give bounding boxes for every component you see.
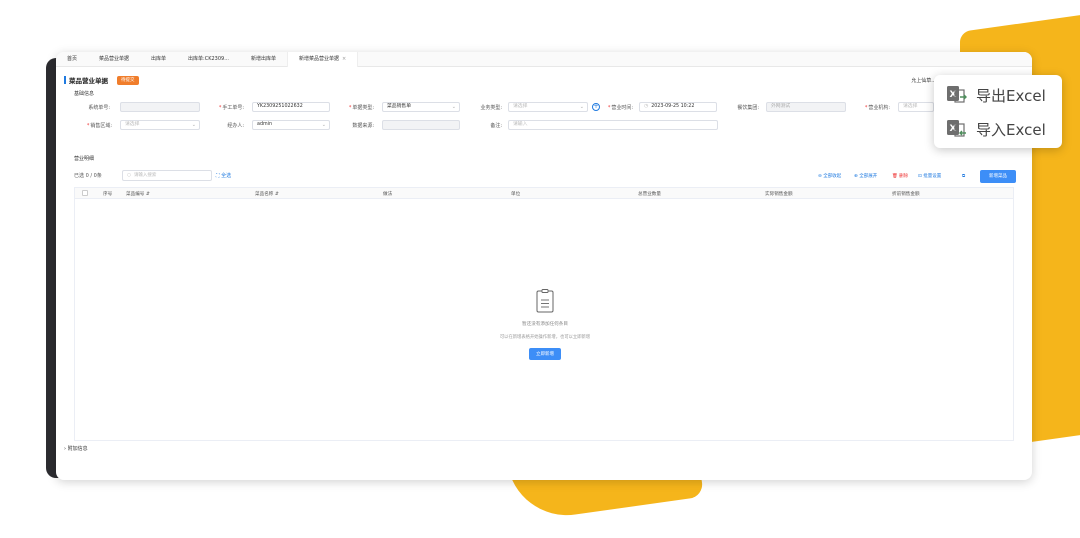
export-excel-label: 导出Excel <box>976 86 1046 105</box>
excel-menu: X 导出Excel X 导入Excel <box>934 75 1062 148</box>
chevron-down-icon: ⌄ <box>579 104 584 110</box>
app-window: 首页 菜品营业单据 出库单 出库单:CK2309... 新增出库单 新增菜品营业… <box>56 52 1032 480</box>
title-accent-bar <box>64 76 66 84</box>
remark-label: 备注: <box>490 123 502 129</box>
col-actual-amount: 实际销售金额 <box>765 191 793 197</box>
handler-select[interactable]: admin ⌄ <box>252 120 330 130</box>
close-icon[interactable]: × <box>342 56 346 62</box>
page-title: 菜品营业单据 <box>69 77 108 85</box>
delete-button[interactable]: 🗑 删除 <box>892 173 908 179</box>
chevron-down-icon: ⌄ <box>191 122 196 128</box>
section-business-detail: 营业明细 <box>74 156 95 162</box>
table-toolbar: 已选 0 / 0条 ○ 请输入搜索 ⛶ 全选 ⊖ 全部收起 ⊕ 全部展开 🗑 删除… <box>56 170 1032 184</box>
batch-settings-button[interactable]: ⊡ 批量设置 <box>918 173 941 179</box>
import-excel-item[interactable]: X 导入Excel <box>946 117 1046 141</box>
add-now-button[interactable]: 立即新增 <box>529 348 561 360</box>
section-basic-info: 基础信息 <box>74 91 95 97</box>
remark-input[interactable]: 请输入 <box>508 120 718 130</box>
system-no-field <box>120 102 200 112</box>
tab-outbound-detail[interactable]: 出库单:CK2309... <box>177 52 240 67</box>
empty-hint: 可以在新增表格开始操作新增，也可以立即新增 <box>499 335 591 340</box>
biz-type-label: 业务类型: <box>480 105 502 111</box>
biz-time-label: *营业时间: <box>607 105 633 111</box>
org-label: *营业机构: <box>864 105 890 111</box>
handler-label: 经办人: <box>227 123 244 129</box>
search-input[interactable]: ○ 请输入搜索 <box>122 170 212 181</box>
select-all-checkbox[interactable] <box>82 190 88 196</box>
expand-all-button[interactable]: ⊕ 全部展开 <box>854 173 877 179</box>
empty-message: 暂还没有添加任何条目 <box>522 322 568 327</box>
settings-icon[interactable]: ⧉ <box>962 173 965 179</box>
tab-label: 新增菜品营业单据 <box>299 55 340 62</box>
import-excel-label: 导入Excel <box>976 120 1046 139</box>
sales-area-label: *销售区域: <box>86 123 112 129</box>
system-no-label: 系统单号: <box>88 105 110 111</box>
biz-time-picker[interactable]: ◷ 2023-09-25 10:22 <box>639 102 717 112</box>
sales-area-select[interactable]: 请选择 ⌄ <box>120 120 200 130</box>
col-index: 序号 <box>103 191 113 197</box>
col-dish-name[interactable]: 菜品名称 ⇵ <box>255 191 279 197</box>
extra-info-toggle[interactable]: › 附加信息 <box>64 445 88 452</box>
tab-new-outbound[interactable]: 新增出库单 <box>240 52 287 67</box>
status-badge: 待提交 <box>117 75 139 85</box>
tab-outbound[interactable]: 出库单 <box>140 52 177 67</box>
chevron-down-icon: ⌄ <box>321 122 326 128</box>
calendar-icon: ◷ <box>644 104 649 109</box>
col-total-qty: 总营业数量 <box>638 191 661 197</box>
col-dish-code[interactable]: 菜品编号 ⇵ <box>126 191 150 197</box>
header-right-text: 允上仙草... <box>911 78 936 84</box>
selected-count: 已选 0 / 0条 <box>74 173 102 179</box>
empty-state: 暂还没有添加任何条目 可以在新增表格开始操作新增，也可以立即新增 立即新增 <box>75 288 1015 360</box>
add-dish-button[interactable]: 新增菜品 <box>980 170 1016 183</box>
source-label: 数据来源: <box>352 123 374 129</box>
page-header: 菜品营业单据 待提交 <box>64 75 139 85</box>
doc-type-label: *单据类型: <box>348 105 374 111</box>
biz-type-select[interactable]: 请选择 ⌄ <box>508 102 588 112</box>
col-unit: 单位 <box>511 191 521 197</box>
org-select[interactable]: 请选择 <box>898 102 934 112</box>
clipboard-icon <box>536 289 554 313</box>
group-label: 餐饮集团: <box>737 105 759 111</box>
group-field: 外网测试 <box>766 102 846 112</box>
export-excel-item[interactable]: X 导出Excel <box>946 83 1046 107</box>
tab-home[interactable]: 首页 <box>56 52 88 67</box>
col-method: 做法 <box>383 191 393 197</box>
doc-type-select[interactable]: 菜品销售单 ⌄ <box>382 102 460 112</box>
col-pre-discount-amount: 折前销售金额 <box>892 191 920 197</box>
table-header: 序号 菜品编号 ⇵ 菜品名称 ⇵ 做法 单位 总营业数量 实际销售金额 折前销售… <box>75 188 1013 199</box>
excel-export-icon: X <box>947 86 967 103</box>
source-field <box>382 120 460 130</box>
search-icon: ○ <box>127 173 131 178</box>
tab-dish-docs[interactable]: 菜品营业单据 <box>88 52 140 67</box>
tab-bar: 首页 菜品营业单据 出库单 出库单:CK2309... 新增出库单 新增菜品营业… <box>56 52 1032 67</box>
collapse-all-button[interactable]: ⊖ 全部收起 <box>818 173 841 179</box>
dish-table: 序号 菜品编号 ⇵ 菜品名称 ⇵ 做法 单位 总营业数量 实际销售金额 折前销售… <box>74 187 1014 441</box>
chevron-down-icon: ⌄ <box>451 104 456 110</box>
select-all-link[interactable]: ⛶ 全选 <box>216 172 231 179</box>
manual-no-label: *手工单号: <box>218 105 244 111</box>
manual-no-input[interactable]: YK2309251022632 <box>252 102 330 112</box>
tab-new-dish-doc[interactable]: 新增菜品营业单据 × <box>287 52 359 67</box>
excel-import-icon: X <box>947 120 966 137</box>
